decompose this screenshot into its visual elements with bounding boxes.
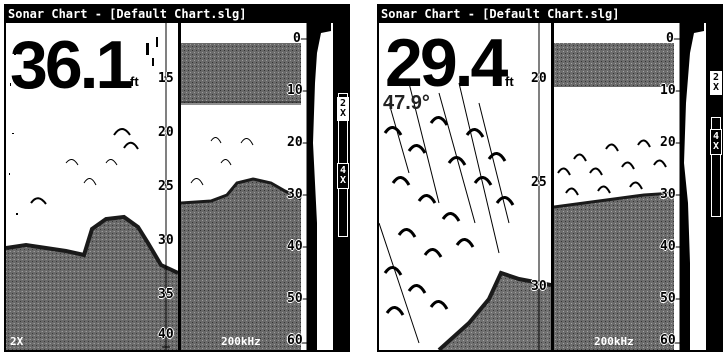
zoom-2x-button[interactable]: 2X <box>710 71 722 95</box>
depth-scale-label: 40 <box>158 327 174 342</box>
full-sonar-image <box>554 23 706 350</box>
full-sonar-pane[interactable]: 0 10 20 30 40 50 60 200kHz <box>181 23 333 350</box>
depth-scale-label: 30 <box>158 233 174 248</box>
depth-scale-label: 20 <box>287 135 303 150</box>
window-title: Sonar Chart - [Default Chart.slg] <box>6 6 348 22</box>
zoom-level-label: 4X <box>383 335 397 348</box>
full-sonar-image <box>181 23 333 350</box>
digital-depth-readout: 36.1 <box>10 27 133 103</box>
depth-scale-label: 25 <box>158 179 174 194</box>
frequency-label: 200kHz <box>594 335 634 348</box>
zoom-4x-button[interactable]: 4X <box>337 163 349 189</box>
zoom-level-label: 2X <box>10 335 24 348</box>
sonar-screen-left: Sonar Chart - [Default Chart.slg] 36.1 f… <box>4 4 350 352</box>
depth-scale-label: 10 <box>287 83 303 98</box>
window-title: Sonar Chart - [Default Chart.slg] <box>379 6 721 22</box>
depth-scale-label: 40 <box>660 239 676 254</box>
depth-scale-label: 50 <box>660 291 676 306</box>
zoom-4x-button[interactable]: 4X <box>710 129 722 155</box>
zoom-sonar-pane[interactable]: 36.1 ft 15 20 25 30 35 40 2X <box>6 23 178 350</box>
depth-scale-label: 40 <box>287 239 303 254</box>
zoom-bar[interactable]: 2X 4X <box>337 23 349 350</box>
digital-depth-readout: 29.4 <box>385 25 508 101</box>
sonar-screen-right: Sonar Chart - [Default Chart.slg] 29.4 f… <box>377 4 723 352</box>
depth-scale-label: 35 <box>158 287 174 302</box>
depth-scale-label: 15 <box>158 71 174 86</box>
depth-scale-label: 20 <box>660 135 676 150</box>
water-temperature-readout: 47.9° <box>383 92 430 114</box>
depth-scale-label: 30 <box>531 279 547 294</box>
depth-scale-label: 60 <box>287 333 303 348</box>
depth-scale-label: 30 <box>660 187 676 202</box>
zoom-bar[interactable]: 2X 4X <box>710 23 722 350</box>
depth-scale-label: 30 <box>287 187 303 202</box>
depth-scale-label: 0 <box>293 31 301 46</box>
depth-unit: ft <box>505 74 514 89</box>
depth-scale-label: 60 <box>660 333 676 348</box>
depth-scale-label: 20 <box>531 71 547 86</box>
full-sonar-pane[interactable]: 0 10 20 30 40 50 60 200kHz <box>554 23 706 350</box>
depth-scale-label: 20 <box>158 125 174 140</box>
zoom-sonar-pane[interactable]: 29.4 ft 47.9° 20 25 30 4X <box>379 23 551 350</box>
frequency-label: 200kHz <box>221 335 261 348</box>
depth-scale-label: 50 <box>287 291 303 306</box>
depth-scale-label: 10 <box>660 83 676 98</box>
depth-scale-label: 0 <box>666 31 674 46</box>
depth-scale-label: 25 <box>531 175 547 190</box>
depth-unit: ft <box>130 74 139 89</box>
